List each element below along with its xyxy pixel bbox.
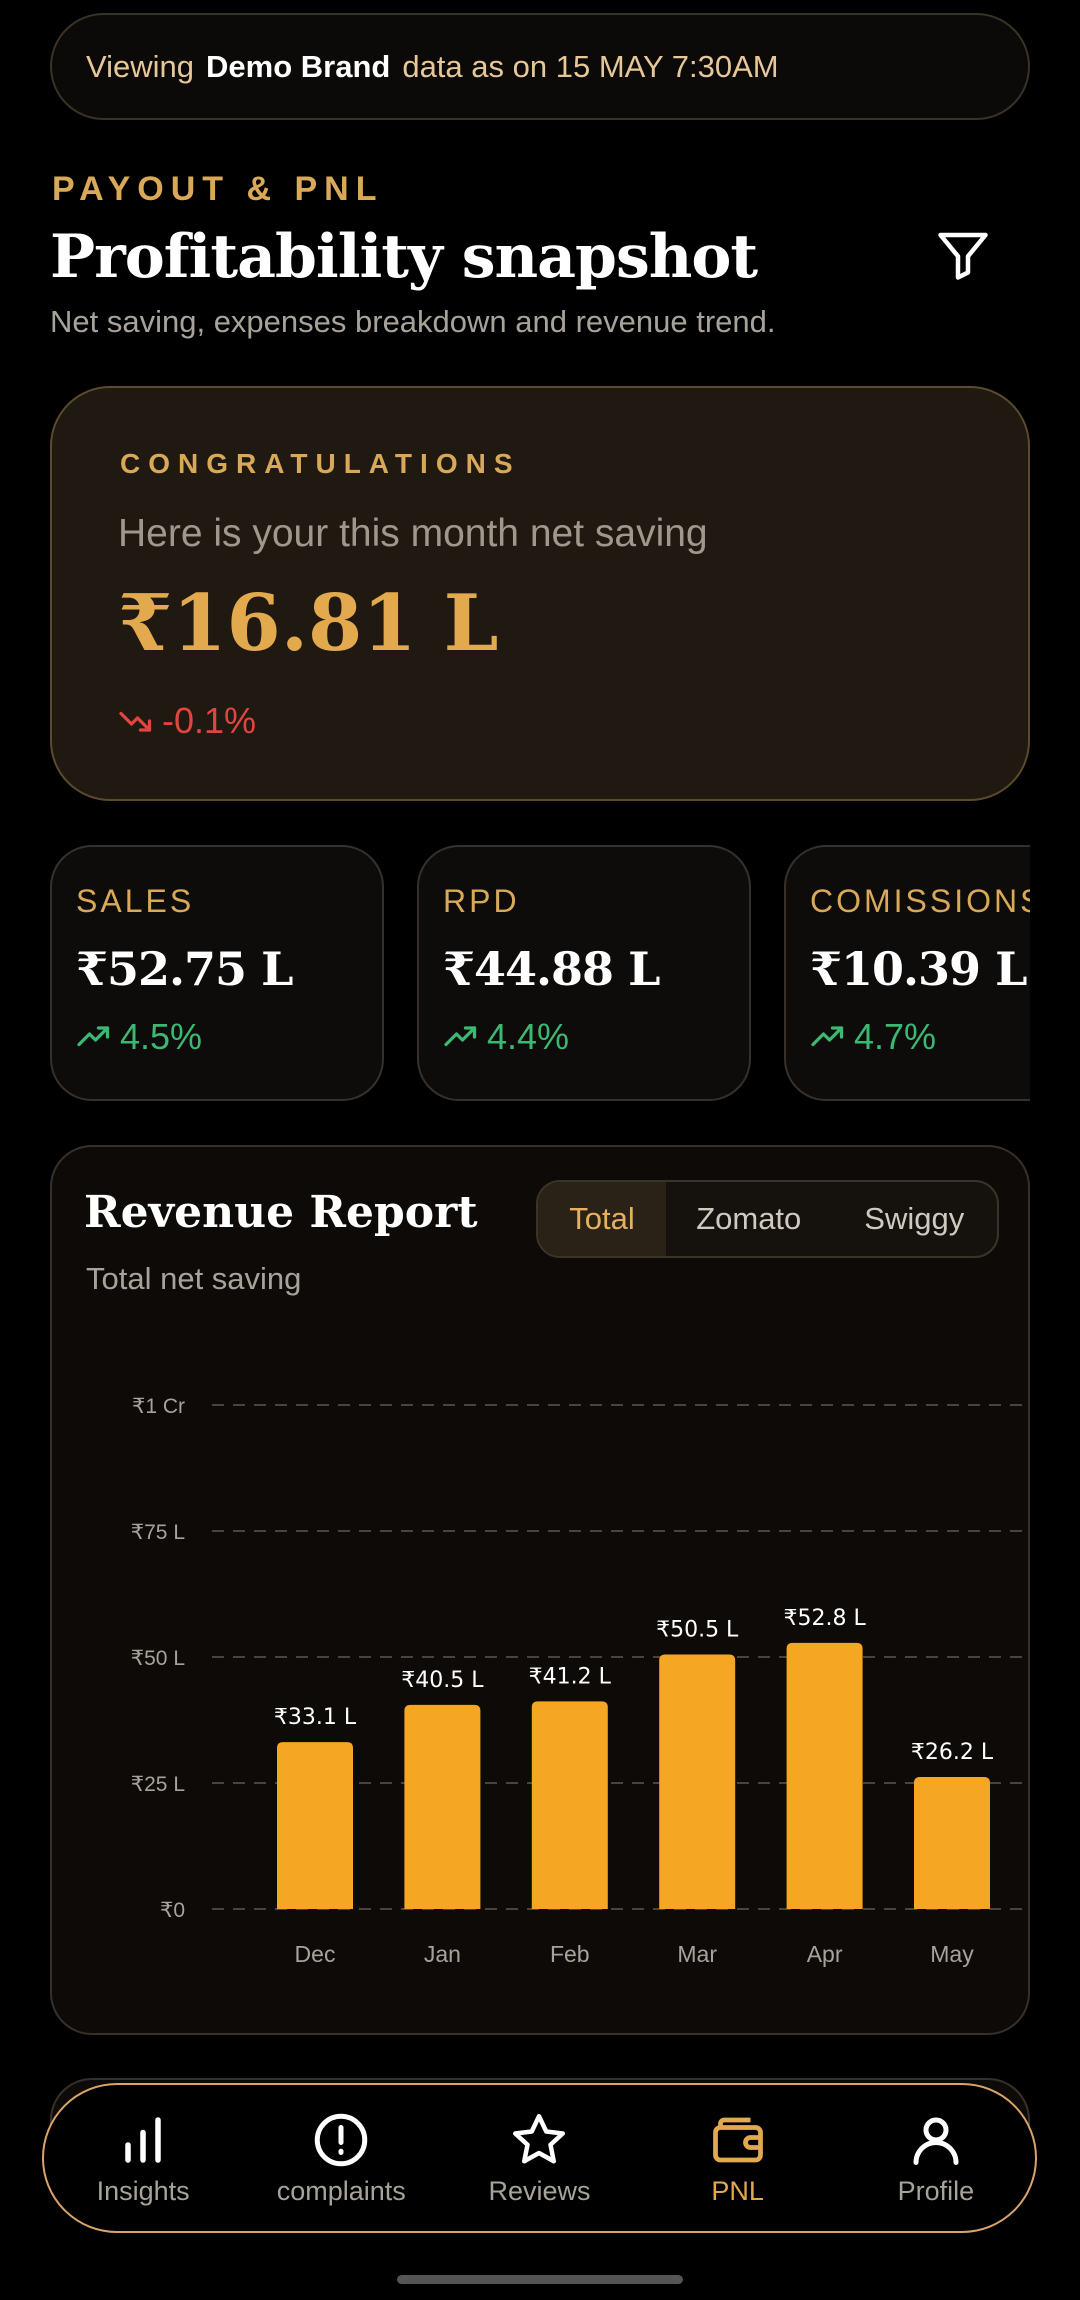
bar [914,1776,990,1909]
kpi-card-comissions[interactable]: COMISSIONS ₹10.39 L 4.7% [784,845,1030,1101]
page-title: Profitability snapshot [50,222,758,292]
kpi-label: RPD [443,883,520,919]
kpi-change: 4.5% [76,1016,382,1058]
trend-up-icon [811,1026,844,1047]
nav-label: PNL [711,2175,764,2206]
nav-item-profile[interactable]: Profile [846,2110,1026,2207]
revenue-report-card: Revenue Report Total net saving Total Zo… [50,1145,1030,2035]
nav-item-complaints[interactable]: complaints [251,2110,431,2207]
kpi-value: ₹52.75 L [76,942,293,996]
bar-value-label: ₹50.5 L [656,1617,739,1642]
kpi-label: COMISSIONS [810,883,1030,919]
nav-item-insights[interactable]: Insights [53,2110,233,2207]
user-icon [913,2117,959,2165]
net-saving-change-value: -0.1% [162,700,257,741]
y-tick-label: ₹0 [160,1899,185,1922]
kpi-value: ₹44.88 L [443,942,660,996]
net-saving-change: -0.1% [118,700,256,742]
banner-suffix: data as on 15 MAY 7:30AM [402,48,779,84]
bar-value-label: ₹26.2 L [911,1740,994,1765]
star-icon [513,2113,566,2163]
bar-value-label: ₹41.2 L [529,1664,612,1689]
x-tick-label: Dec [295,1941,336,1967]
bar-value-label: ₹52.8 L [783,1606,866,1631]
x-tick-label: Apr [807,1941,843,1967]
x-tick-label: Mar [677,1941,717,1967]
banner-prefix: Viewing [86,48,195,84]
bar-chart-icon [125,2116,161,2163]
bar-value-label: ₹40.5 L [401,1668,484,1693]
bar [404,1704,481,1909]
kpi-value: ₹10.39 L [810,942,1027,996]
bottom-navigation: Insights complaints Reviews PNL Profile [42,2083,1037,2233]
net-saving-card: CONGRATULATIONS Here is your this month … [50,386,1030,801]
page-subtitle: Net saving, expenses breakdown and reven… [50,304,776,339]
kpi-change: 4.7% [810,1016,1030,1058]
filter-icon [938,232,988,280]
kpi-row[interactable]: SALES ₹52.75 L 4.5% RPD ₹44.88 L 4.4% CO… [50,845,1030,1101]
revenue-bar-chart: ₹0 ₹25 L ₹50 L ₹75 L ₹1 Cr ₹33.1 L Dec ₹40.5 L J… [131,1395,1028,1967]
bar [786,1642,863,1909]
kpi-change-value: 4.5% [120,1016,203,1057]
kpi-card-sales[interactable]: SALES ₹52.75 L 4.5% [50,845,384,1101]
hero-description: Here is your this month net saving [118,512,708,555]
kpi-change: 4.4% [443,1016,749,1058]
nav-label: Reviews [488,2175,591,2206]
wallet-icon [712,2117,763,2162]
nav-item-reviews[interactable]: Reviews [449,2110,629,2207]
nav-label: Profile [897,2175,975,2206]
kpi-change-value: 4.7% [854,1016,937,1057]
x-tick-label: Jan [424,1941,461,1967]
trend-up-icon [77,1026,110,1047]
x-tick-label: May [930,1941,974,1967]
filter-button[interactable] [933,225,993,285]
x-tick-label: Feb [550,1941,590,1967]
kpi-card-rpd[interactable]: RPD ₹44.88 L 4.4% [417,845,751,1101]
bar [531,1701,608,1909]
hero-eyebrow: CONGRATULATIONS [120,448,521,479]
nav-label: complaints [276,2175,406,2206]
home-indicator [397,2275,683,2284]
banner-brand: Demo Brand [206,48,391,84]
y-tick-label: ₹75 L [131,1521,185,1544]
bar [277,1742,353,1909]
kpi-label: SALES [76,883,195,919]
kpi-change-value: 4.4% [487,1016,570,1057]
section-eyebrow: PAYOUT & PNL [52,170,384,208]
y-tick-label: ₹25 L [131,1773,185,1796]
trend-up-icon [444,1026,477,1047]
alert-circle-icon [315,2113,368,2166]
bar-value-label: ₹33.1 L [274,1705,357,1730]
y-tick-label: ₹50 L [131,1647,185,1670]
nav-label: Insights [96,2175,190,2206]
trend-down-icon [119,711,152,732]
nav-item-pnl[interactable]: PNL [648,2110,828,2207]
data-status-banner: Viewing Demo Brand data as on 15 MAY 7:3… [50,13,1030,120]
bar [659,1654,736,1909]
y-tick-label: ₹1 Cr [132,1395,185,1418]
net-saving-amount: ₹16.81 L [118,578,499,669]
